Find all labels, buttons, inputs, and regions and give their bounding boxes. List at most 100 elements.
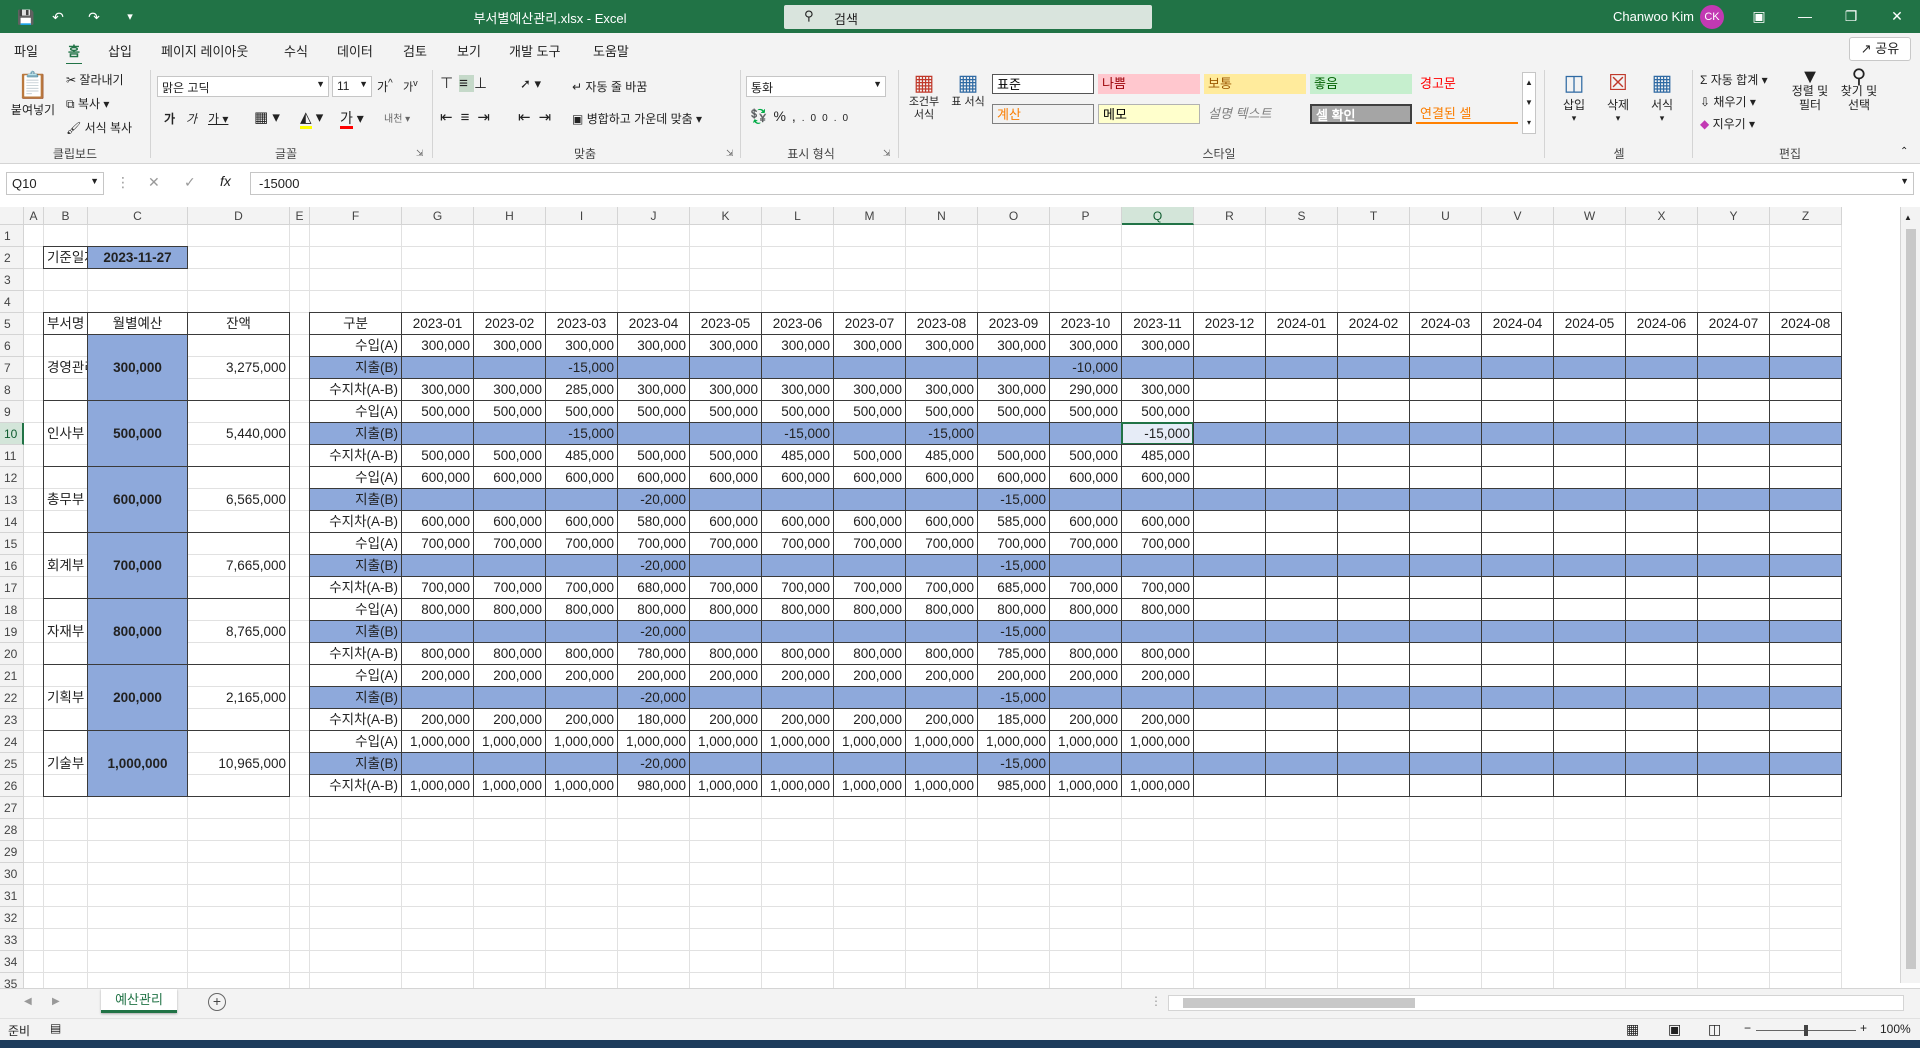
income-cell[interactable]: 500,000 [761,400,834,423]
empty-cell[interactable] [44,797,88,819]
diff-cell[interactable]: 1,000,000 [1049,774,1122,797]
empty-cell[interactable] [618,225,690,247]
underline-button[interactable]: 가 ▾ [208,110,228,127]
empty-cell[interactable] [762,269,834,291]
diff-cell[interactable] [1409,708,1482,731]
dept-balance[interactable]: 3,275,000 [187,334,290,401]
empty-cell[interactable] [474,907,546,929]
empty-cell[interactable] [1122,841,1194,863]
income-cell[interactable]: 500,000 [905,400,978,423]
empty-cell[interactable] [310,269,402,291]
empty-cell[interactable] [1266,269,1338,291]
diff-cell[interactable]: 300,000 [833,378,906,401]
empty-cell[interactable] [546,863,618,885]
empty-cell[interactable] [1698,885,1770,907]
income-cell[interactable] [1265,664,1338,687]
empty-cell[interactable] [1626,819,1698,841]
row-header-1[interactable]: 1 [0,225,24,247]
diff-cell[interactable]: 600,000 [1121,510,1194,533]
empty-cell[interactable] [1050,247,1122,269]
income-cell[interactable] [1265,400,1338,423]
expense-cell[interactable] [617,356,690,379]
expense-cell[interactable] [401,554,474,577]
empty-cell[interactable] [24,731,44,753]
empty-cell[interactable] [546,819,618,841]
empty-cell[interactable] [310,907,402,929]
empty-cell[interactable] [1770,269,1842,291]
empty-cell[interactable] [978,929,1050,951]
income-cell[interactable]: 300,000 [401,334,474,357]
empty-cell[interactable] [1410,885,1482,907]
diff-cell[interactable] [1769,444,1842,467]
share-button[interactable]: ↗ 공유 [1849,37,1911,61]
column-header-l[interactable]: L [762,207,834,225]
expense-cell[interactable] [1481,686,1554,709]
row-header-13[interactable]: 13 [0,489,24,511]
row-label-expense[interactable]: 지출(B) [309,488,402,511]
empty-cell[interactable] [1050,819,1122,841]
font-color-button[interactable]: 가 ▾ [340,108,364,129]
diff-cell[interactable]: 600,000 [473,510,546,533]
empty-cell[interactable] [906,247,978,269]
empty-cell[interactable] [978,291,1050,313]
autosum-button[interactable]: Σ 자동 합계 ▾ [1700,71,1768,88]
row-header-11[interactable]: 11 [0,445,24,467]
empty-cell[interactable] [290,555,310,577]
diff-cell[interactable] [1553,444,1626,467]
diff-cell[interactable] [1625,510,1698,533]
expense-cell[interactable] [1265,422,1338,445]
empty-cell[interactable] [402,907,474,929]
expense-cell[interactable] [761,488,834,511]
column-header-x[interactable]: X [1626,207,1698,225]
format-table-button[interactable]: ▦ 표 서식 [948,70,988,109]
empty-cell[interactable] [1482,885,1554,907]
row-header-30[interactable]: 30 [0,863,24,885]
dept-balance[interactable]: 8,765,000 [187,598,290,665]
empty-cell[interactable] [1410,863,1482,885]
empty-cell[interactable] [1266,929,1338,951]
empty-cell[interactable] [546,247,618,269]
income-cell[interactable] [1769,730,1842,753]
header-month[interactable]: 2024-04 [1481,312,1554,335]
empty-cell[interactable] [290,511,310,533]
dept-budget[interactable]: 1,000,000 [87,730,188,797]
column-header-s[interactable]: S [1266,207,1338,225]
income-cell[interactable]: 600,000 [1049,466,1122,489]
diff-cell[interactable]: 785,000 [977,642,1050,665]
column-header-i[interactable]: I [546,207,618,225]
horizontal-scrollbar[interactable] [1168,995,1904,1011]
empty-cell[interactable] [1626,269,1698,291]
column-header-p[interactable]: P [1050,207,1122,225]
diff-cell[interactable] [1481,774,1554,797]
header-gubun[interactable]: 구분 [309,312,402,335]
expense-cell[interactable]: -20,000 [617,554,690,577]
row-label-income[interactable]: 수입(A) [309,598,402,621]
header-month[interactable]: 2023-12 [1193,312,1266,335]
empty-cell[interactable] [1338,291,1410,313]
diff-cell[interactable]: 800,000 [905,642,978,665]
expense-cell[interactable] [1121,554,1194,577]
empty-cell[interactable] [188,247,290,269]
empty-cell[interactable] [1122,225,1194,247]
tab-file[interactable]: 파일 [14,41,38,60]
expense-cell[interactable] [1193,620,1266,643]
diff-cell[interactable] [1409,378,1482,401]
income-cell[interactable] [1409,334,1482,357]
empty-cell[interactable] [1410,291,1482,313]
income-cell[interactable] [1625,400,1698,423]
income-cell[interactable]: 700,000 [545,532,618,555]
expense-cell[interactable] [1625,620,1698,643]
empty-cell[interactable] [1194,819,1266,841]
empty-cell[interactable] [762,797,834,819]
expense-cell[interactable] [473,554,546,577]
diff-cell[interactable]: 485,000 [761,444,834,467]
income-cell[interactable]: 200,000 [617,664,690,687]
income-cell[interactable]: 1,000,000 [761,730,834,753]
dept-budget[interactable]: 600,000 [87,466,188,533]
expense-cell[interactable]: -20,000 [617,686,690,709]
empty-cell[interactable] [978,907,1050,929]
expense-cell[interactable]: -15,000 [977,554,1050,577]
income-cell[interactable]: 500,000 [1049,400,1122,423]
dept-budget[interactable]: 700,000 [87,532,188,599]
empty-cell[interactable] [1626,907,1698,929]
